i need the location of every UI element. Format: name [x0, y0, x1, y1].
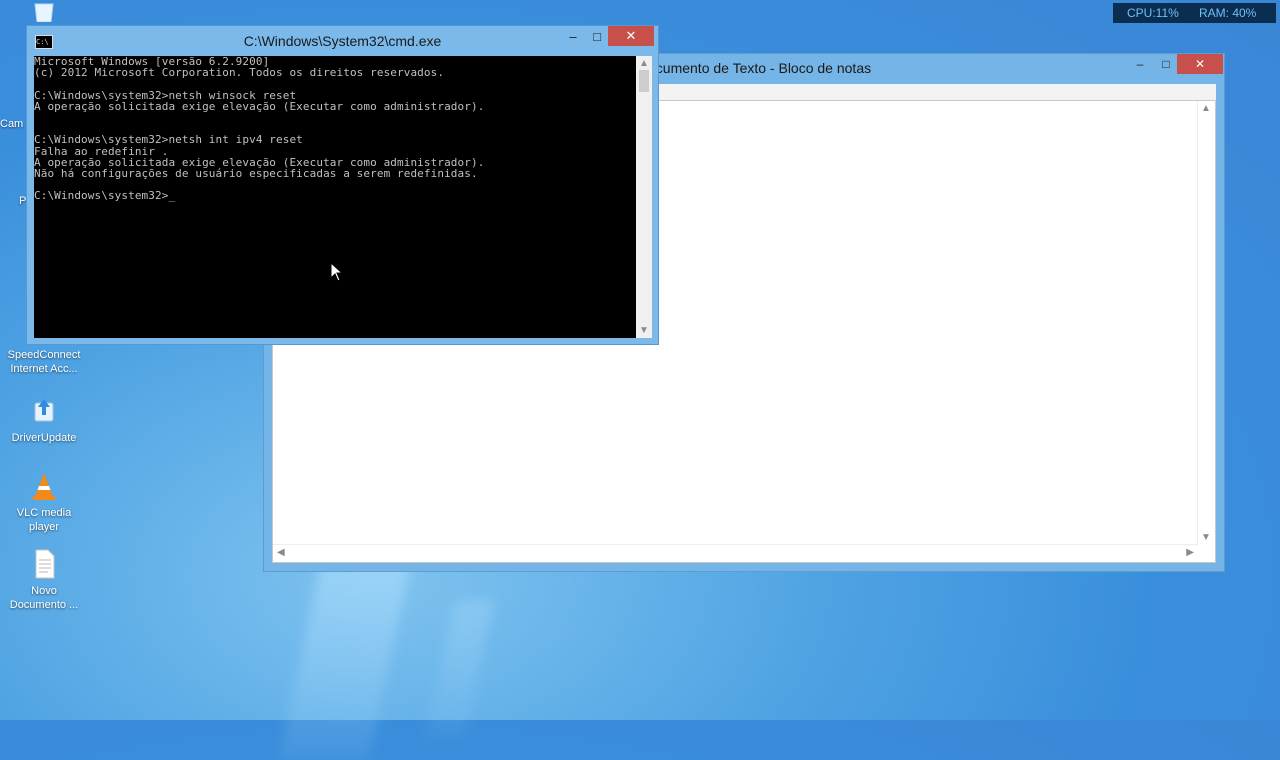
notepad-title: ocumento de Texto - Bloco de notas	[648, 60, 872, 76]
wallpaper-light-beam	[278, 560, 412, 760]
desktop-icon-speedconnect[interactable]: SpeedConnect Internet Acc...	[6, 348, 82, 376]
console-text: Microsoft Windows [versão 6.2.9200] (c) …	[34, 55, 485, 203]
recycle-bin-icon[interactable]	[6, 2, 82, 23]
cmd-minimize-button[interactable]: –	[563, 27, 583, 47]
cmd-close-button[interactable]: ✕	[608, 26, 654, 46]
system-monitor-gadget: CPU:11% RAM: 40%	[1113, 3, 1276, 23]
desktop-icon-label: DriverUpdate	[11, 432, 77, 444]
notepad-maximize-button[interactable]: □	[1156, 54, 1176, 74]
scroll-up-icon[interactable]: ▲	[639, 58, 649, 69]
cmd-vertical-scrollbar[interactable]: ▲ ▼	[636, 56, 652, 338]
cmd-window[interactable]: C:\ C:\Windows\System32\cmd.exe – □ ✕ Mi…	[26, 25, 659, 345]
cpu-usage: CPU:11%	[1127, 6, 1179, 20]
driverupdate-icon	[28, 395, 60, 427]
notepad-horizontal-scrollbar[interactable]: ◀ ▶	[273, 544, 1198, 562]
text-document-icon	[28, 548, 60, 580]
scroll-down-icon[interactable]: ▼	[1201, 532, 1211, 543]
ram-usage: RAM: 40%	[1199, 6, 1257, 20]
wallpaper-light-beam	[425, 600, 495, 740]
desktop-icon-label: VLC media player	[16, 507, 72, 533]
scroll-left-icon[interactable]: ◀	[277, 547, 285, 558]
desktop-icon-label-partial[interactable]: Cam	[0, 117, 23, 131]
scroll-up-icon[interactable]: ▲	[1201, 103, 1211, 114]
desktop-icon-driverupdate[interactable]: DriverUpdate	[6, 395, 82, 445]
cmd-console-output[interactable]: Microsoft Windows [versão 6.2.9200] (c) …	[34, 56, 636, 338]
desktop-icon-label: Novo Documento ...	[9, 585, 79, 611]
desktop-icon-label: SpeedConnect Internet Acc...	[7, 349, 81, 375]
mouse-pointer-icon	[330, 261, 344, 287]
notepad-close-button[interactable]: ✕	[1177, 54, 1223, 74]
scrollbar-thumb[interactable]	[639, 70, 649, 92]
cmd-maximize-button[interactable]: □	[587, 27, 607, 47]
scroll-right-icon[interactable]: ▶	[1186, 547, 1194, 558]
scroll-down-icon[interactable]: ▼	[639, 325, 649, 336]
desktop-icon-vlc[interactable]: VLC media player	[6, 470, 82, 534]
notepad-minimize-button[interactable]: –	[1130, 54, 1150, 74]
desktop-icon-novo-documento[interactable]: Novo Documento ...	[6, 548, 82, 612]
notepad-vertical-scrollbar[interactable]: ▲ ▼	[1197, 101, 1215, 545]
vlc-cone-icon	[28, 470, 60, 502]
